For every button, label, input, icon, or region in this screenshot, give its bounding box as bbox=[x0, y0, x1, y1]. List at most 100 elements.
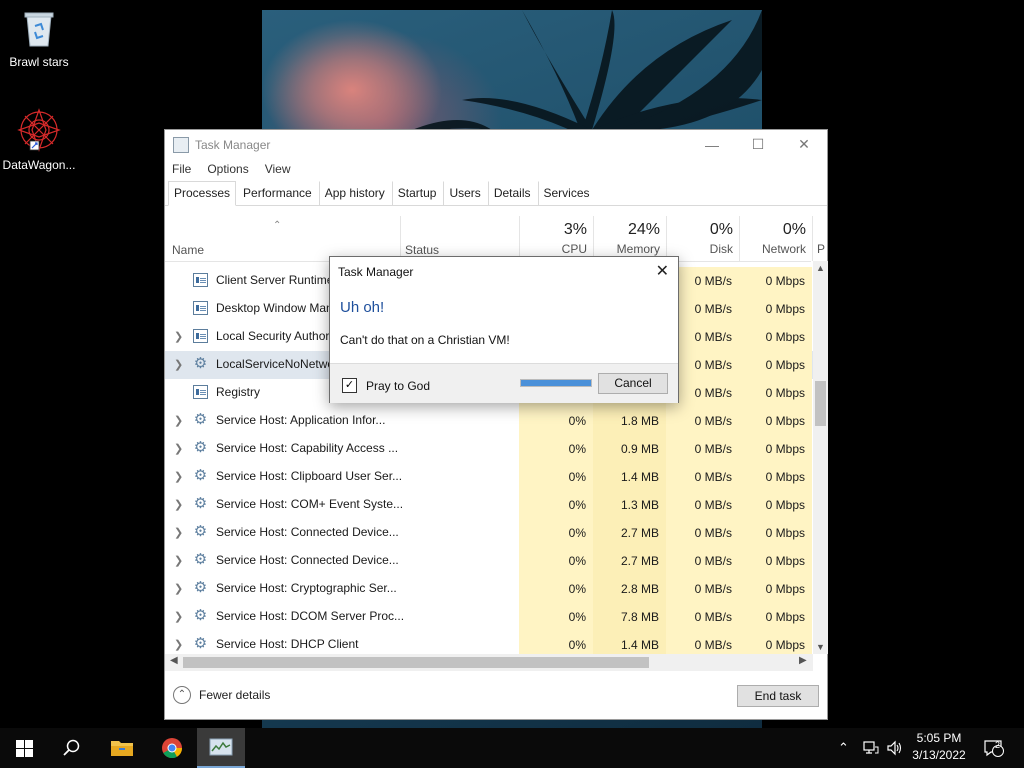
start-button[interactable] bbox=[0, 728, 48, 768]
clock-time: 5:05 PM bbox=[916, 731, 962, 745]
desktop-icon-datawagon[interactable]: DataWagon... bbox=[1, 108, 77, 172]
horizontal-scrollbar[interactable]: ◀ ▶ bbox=[165, 654, 813, 671]
tab-app-history[interactable]: App history bbox=[318, 181, 391, 205]
network-tray[interactable] bbox=[862, 728, 880, 768]
vertical-scrollbar[interactable]: ▲ ▼ bbox=[813, 261, 828, 654]
gear-icon: ⚙ bbox=[193, 467, 208, 484]
datawagon-icon bbox=[16, 108, 62, 154]
cpu-cell: 0% bbox=[519, 603, 593, 631]
folder-icon bbox=[111, 741, 133, 756]
system-clock[interactable]: 5:05 PM 3/13/2022 bbox=[904, 730, 974, 764]
network-cell: 0 Mbps bbox=[739, 603, 812, 631]
cancel-button[interactable]: Cancel bbox=[598, 373, 668, 394]
process-row[interactable]: ❯ ⚙ Service Host: Connected Device... 0% 2.7… bbox=[165, 519, 813, 547]
menu-options[interactable]: Options bbox=[207, 162, 248, 176]
expand-chevron-icon[interactable]: ❯ bbox=[174, 470, 183, 483]
scroll-down-icon[interactable]: ▼ bbox=[813, 642, 828, 652]
menu-file[interactable]: File bbox=[172, 162, 191, 176]
end-task-button[interactable]: End task bbox=[737, 685, 819, 707]
memory-cell: 2.7 MB bbox=[593, 547, 666, 575]
expand-chevron-icon[interactable]: ❯ bbox=[174, 498, 183, 511]
close-button[interactable]: ✕ bbox=[781, 130, 827, 159]
gear-icon: ⚙ bbox=[193, 523, 208, 540]
network-cell: 0 Mbps bbox=[739, 435, 812, 463]
column-disk[interactable]: 0% Disk bbox=[666, 216, 739, 261]
tab-users[interactable]: Users bbox=[443, 181, 487, 205]
disk-cell: 0 MB/s bbox=[666, 547, 739, 575]
scroll-up-icon[interactable]: ▲ bbox=[813, 263, 828, 273]
process-name: Service Host: Cryptographic Ser... bbox=[216, 581, 397, 595]
notification-count: 2 bbox=[995, 740, 1001, 750]
column-memory[interactable]: 24% Memory bbox=[593, 216, 666, 261]
expand-chevron-icon[interactable]: ❯ bbox=[174, 638, 183, 651]
memory-cell: 2.8 MB bbox=[593, 575, 666, 603]
desktop-icon-recycle-bin[interactable]: Brawl stars bbox=[1, 8, 77, 69]
scroll-thumb[interactable] bbox=[815, 381, 826, 426]
process-name: Service Host: Capability Access ... bbox=[216, 441, 399, 455]
process-row[interactable]: ❯ ⚙ Service Host: Clipboard User Ser... 0% 1… bbox=[165, 463, 813, 491]
file-explorer-button[interactable] bbox=[98, 728, 146, 768]
show-hidden-icons[interactable]: ⌃ bbox=[838, 728, 849, 768]
expand-chevron-icon[interactable]: ❯ bbox=[174, 526, 183, 539]
network-icon bbox=[863, 741, 879, 754]
disk-label: Disk bbox=[709, 242, 733, 256]
expand-chevron-icon[interactable]: ❯ bbox=[174, 554, 183, 567]
dialog-close-icon[interactable]: ✕ bbox=[656, 261, 669, 281]
network-cell: 0 Mbps bbox=[739, 575, 812, 603]
column-name[interactable]: Name bbox=[172, 243, 204, 257]
fewer-details-link[interactable]: ⌃ Fewer details bbox=[173, 686, 270, 704]
process-row[interactable]: ❯ ⚙ Service Host: DCOM Server Proc... 0% 7.8… bbox=[165, 603, 813, 631]
gear-icon: ⚙ bbox=[193, 607, 208, 624]
column-network[interactable]: 0% Network bbox=[739, 216, 812, 261]
column-cpu[interactable]: 3% CPU bbox=[519, 216, 593, 261]
column-power[interactable]: P bbox=[812, 216, 832, 261]
cpu-cell: 0% bbox=[519, 463, 593, 491]
tab-performance[interactable]: Performance bbox=[237, 181, 318, 205]
menu-bar: File Options View bbox=[165, 159, 827, 179]
maximize-button[interactable]: ☐ bbox=[735, 130, 781, 159]
network-cell: 0 Mbps bbox=[739, 295, 812, 323]
tab-services[interactable]: Services bbox=[537, 181, 596, 205]
process-row[interactable]: ❯ ⚙ Service Host: COM+ Event Syste... 0% 1.3… bbox=[165, 491, 813, 519]
task-manager-taskbar-button[interactable] bbox=[197, 728, 245, 768]
menu-view[interactable]: View bbox=[265, 162, 291, 176]
pray-checkbox-label: Pray to God bbox=[366, 379, 431, 393]
memory-cell: 1.4 MB bbox=[593, 631, 666, 655]
network-cell: 0 Mbps bbox=[739, 407, 812, 435]
memory-label: Memory bbox=[616, 242, 660, 256]
cpu-cell: 0% bbox=[519, 407, 593, 435]
tab-processes[interactable]: Processes bbox=[168, 181, 237, 206]
tab-bar: Processes Performance App history Startu… bbox=[165, 179, 827, 206]
disk-cell: 0 MB/s bbox=[666, 435, 739, 463]
hscroll-thumb[interactable] bbox=[183, 657, 649, 668]
expand-chevron-icon[interactable]: ❯ bbox=[174, 610, 183, 623]
notifications-button[interactable]: 2 bbox=[983, 728, 1005, 768]
process-row[interactable]: ❯ ⚙ Service Host: Cryptographic Ser... 0% 2.… bbox=[165, 575, 813, 603]
progress-bar bbox=[520, 379, 592, 387]
memory-cell: 7.8 MB bbox=[593, 603, 666, 631]
windows-logo-icon bbox=[15, 739, 33, 757]
minimize-button[interactable]: — bbox=[689, 130, 735, 159]
expand-chevron-icon[interactable]: ❯ bbox=[174, 442, 183, 455]
process-row[interactable]: ❯ ⚙ Service Host: DHCP Client 0% 1.4 MB 0 MB/… bbox=[165, 631, 813, 655]
network-cell: 0 Mbps bbox=[739, 519, 812, 547]
network-cell: 0 Mbps bbox=[739, 463, 812, 491]
fewer-details-label: Fewer details bbox=[199, 688, 271, 702]
process-row[interactable]: ❯ ⚙ Service Host: Capability Access ... 0% 0… bbox=[165, 435, 813, 463]
memory-cell: 1.8 MB bbox=[593, 407, 666, 435]
expand-chevron-icon[interactable]: ❯ bbox=[174, 358, 183, 371]
expand-chevron-icon[interactable]: ❯ bbox=[174, 330, 183, 343]
tab-startup[interactable]: Startup bbox=[391, 181, 443, 205]
search-button[interactable] bbox=[48, 728, 96, 768]
process-row[interactable]: ❯ ⚙ Service Host: Connected Device... 0% 2.7… bbox=[165, 547, 813, 575]
expand-chevron-icon[interactable]: ❯ bbox=[174, 582, 183, 595]
tab-details[interactable]: Details bbox=[487, 181, 537, 205]
pray-checkbox[interactable]: ✓ bbox=[342, 378, 357, 393]
disk-cell: 0 MB/s bbox=[666, 491, 739, 519]
scroll-left-icon[interactable]: ◀ bbox=[170, 655, 178, 666]
process-row[interactable]: ❯ ⚙ Service Host: Application Infor... 0% 1.… bbox=[165, 407, 813, 435]
volume-tray[interactable] bbox=[886, 728, 904, 768]
scroll-right-icon[interactable]: ▶ bbox=[799, 655, 807, 666]
expand-chevron-icon[interactable]: ❯ bbox=[174, 414, 183, 427]
chrome-button[interactable] bbox=[148, 728, 196, 768]
